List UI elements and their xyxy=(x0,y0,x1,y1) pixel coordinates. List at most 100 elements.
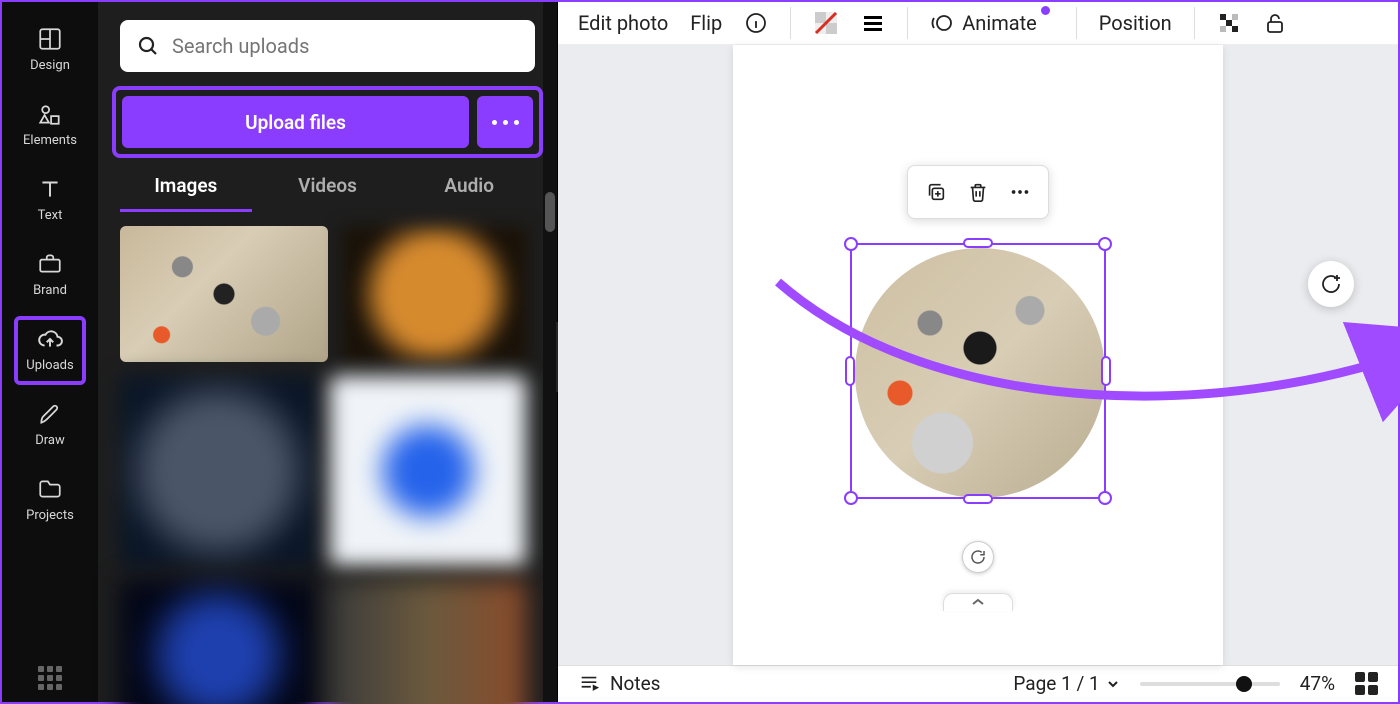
rail-item-text[interactable]: Text xyxy=(14,166,86,235)
transparency-button[interactable] xyxy=(813,10,839,36)
rotate-icon xyxy=(969,548,987,566)
rail-item-design[interactable]: Design xyxy=(14,16,86,85)
tab-videos[interactable]: Videos xyxy=(262,168,394,212)
layout-icon xyxy=(37,26,63,52)
duplicate-button[interactable] xyxy=(918,174,954,210)
separator xyxy=(1076,7,1077,39)
upload-files-highlight: Upload files xyxy=(112,86,543,158)
upload-options-button[interactable] xyxy=(477,96,533,148)
pencil-icon xyxy=(37,401,63,427)
resize-handle[interactable] xyxy=(845,356,855,386)
rail-label: Text xyxy=(38,208,63,223)
upload-thumbnail[interactable] xyxy=(120,580,316,704)
lock-open-icon xyxy=(1263,11,1287,35)
duplicate-icon xyxy=(925,181,947,203)
animate-icon xyxy=(930,11,954,35)
rail-label: Draw xyxy=(35,433,65,448)
grid-view-button[interactable] xyxy=(1355,672,1378,695)
rail-label: Design xyxy=(30,58,70,73)
resize-handle[interactable] xyxy=(844,237,858,251)
rotate-handle[interactable] xyxy=(962,541,994,573)
cloud-upload-icon xyxy=(37,326,63,352)
rail-item-projects[interactable]: Projects xyxy=(14,466,86,535)
upload-thumbnail[interactable] xyxy=(120,226,328,362)
folder-icon xyxy=(37,476,63,502)
trash-icon xyxy=(967,181,989,203)
page-indicator[interactable]: Page 1 / 1 xyxy=(1013,672,1119,695)
selection-box[interactable] xyxy=(850,243,1106,499)
flip-button[interactable]: Flip xyxy=(690,11,722,35)
editor-area: Edit photo Flip Animate Position xyxy=(558,2,1398,702)
resize-handle[interactable] xyxy=(1101,356,1111,386)
side-rail: Design Elements Text Brand Uploads Draw … xyxy=(2,2,98,702)
tab-audio[interactable]: Audio xyxy=(403,168,535,212)
delete-button[interactable] xyxy=(960,174,996,210)
position-button[interactable]: Position xyxy=(1099,11,1172,35)
chevron-down-icon xyxy=(1106,677,1120,691)
info-icon xyxy=(744,11,768,35)
edit-photo-label: Edit photo xyxy=(578,11,668,35)
upload-thumbnail[interactable] xyxy=(330,580,526,704)
resize-handle[interactable] xyxy=(844,491,858,505)
list-style-button[interactable] xyxy=(861,11,885,35)
comment-plus-icon xyxy=(1319,272,1343,296)
rail-item-brand[interactable]: Brand xyxy=(14,241,86,310)
rail-label: Brand xyxy=(33,283,67,298)
rail-item-draw[interactable]: Draw xyxy=(14,391,86,460)
shapes-icon xyxy=(37,101,63,127)
resize-handle[interactable] xyxy=(1098,237,1112,251)
context-toolbar: Edit photo Flip Animate Position xyxy=(558,2,1398,45)
no-color-icon xyxy=(813,10,839,36)
more-options-button[interactable] xyxy=(1002,174,1038,210)
text-icon xyxy=(37,176,63,202)
rail-label: Projects xyxy=(26,508,74,523)
zoom-value[interactable]: 47% xyxy=(1300,672,1335,695)
notes-button[interactable]: Notes xyxy=(578,672,661,695)
notes-icon xyxy=(578,673,600,695)
more-horizontal-icon xyxy=(1009,181,1031,203)
resize-handle[interactable] xyxy=(1098,491,1112,505)
tab-images[interactable]: Images xyxy=(120,168,252,212)
page-indicator-label: Page 1 / 1 xyxy=(1013,672,1099,695)
upload-files-button[interactable]: Upload files xyxy=(122,96,469,148)
rail-label: Elements xyxy=(23,133,77,148)
upload-thumbnails xyxy=(98,212,557,704)
upload-thumbnail[interactable] xyxy=(330,376,526,566)
panel-scrollbar[interactable] xyxy=(543,2,557,702)
element-toolbar xyxy=(907,165,1049,219)
lock-button[interactable] xyxy=(1263,11,1287,35)
list-icon xyxy=(861,11,885,35)
uploads-panel: Upload files Images Videos Audio xyxy=(98,2,558,702)
add-comment-button[interactable] xyxy=(1308,261,1354,307)
briefcase-icon xyxy=(37,251,63,277)
new-feature-badge xyxy=(1041,6,1050,15)
upload-type-tabs: Images Videos Audio xyxy=(98,168,557,212)
resize-handle[interactable] xyxy=(963,238,993,248)
info-button[interactable] xyxy=(744,11,768,35)
separator xyxy=(1194,7,1195,39)
separator xyxy=(907,7,908,39)
canvas-stage[interactable] xyxy=(558,45,1398,665)
upload-thumbnail[interactable] xyxy=(342,226,528,362)
separator xyxy=(790,7,791,39)
zoom-slider[interactable] xyxy=(1140,682,1280,686)
animate-label: Animate xyxy=(962,11,1037,35)
position-label: Position xyxy=(1099,11,1172,35)
bottom-bar: Notes Page 1 / 1 47% xyxy=(558,665,1398,702)
search-uploads-input[interactable] xyxy=(120,20,535,72)
animate-button[interactable]: Animate xyxy=(930,11,1054,35)
zoom-slider-knob[interactable] xyxy=(1236,676,1252,692)
transparency-slider-button[interactable] xyxy=(1217,11,1241,35)
search-icon xyxy=(136,34,160,58)
notes-label: Notes xyxy=(610,672,661,695)
checker-icon xyxy=(1217,11,1241,35)
circle-image-element[interactable] xyxy=(855,248,1105,498)
page-expand-tab[interactable] xyxy=(943,593,1013,611)
rail-label: Uploads xyxy=(26,358,73,373)
upload-thumbnail[interactable] xyxy=(120,376,316,566)
edit-photo-button[interactable]: Edit photo xyxy=(578,11,668,35)
rail-item-elements[interactable]: Elements xyxy=(14,91,86,160)
resize-handle[interactable] xyxy=(963,494,993,504)
rail-more-apps[interactable] xyxy=(2,666,98,690)
rail-item-uploads[interactable]: Uploads xyxy=(14,316,86,385)
